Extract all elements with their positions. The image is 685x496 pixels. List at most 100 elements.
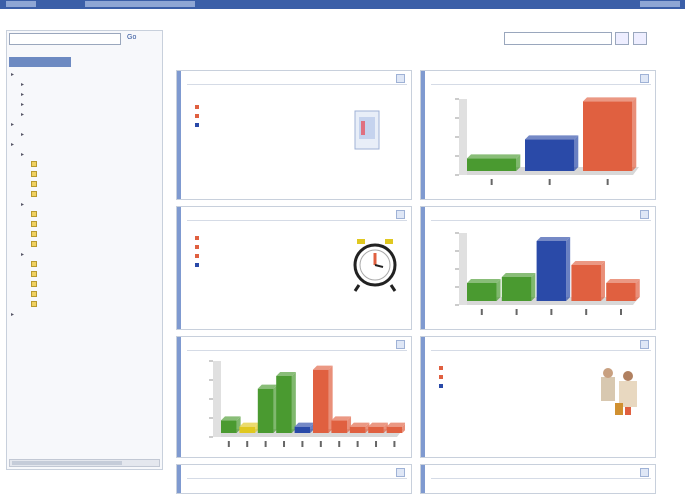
portlet-1 [176, 70, 412, 200]
tree-node[interactable]: ▸ [11, 101, 161, 111]
portlet-4 [420, 206, 656, 330]
tree-node[interactable] [11, 181, 161, 191]
legend-item[interactable] [439, 365, 447, 374]
close-icon[interactable] [396, 340, 405, 349]
horizontal-scrollbar[interactable] [9, 459, 160, 467]
folder-icon [31, 301, 37, 307]
tree-node[interactable]: ▸ [11, 121, 161, 131]
expand-icon[interactable]: ▸ [21, 132, 24, 138]
tree-node[interactable] [11, 161, 161, 171]
portlet-header [187, 468, 407, 479]
bar [467, 283, 497, 301]
folder-icon [31, 241, 37, 247]
bar-side [600, 261, 605, 301]
legend-item[interactable] [195, 235, 203, 244]
legend-swatch [195, 114, 199, 119]
legend-swatch [195, 236, 199, 241]
top-title-bar [0, 0, 685, 9]
view-select[interactable] [504, 32, 612, 45]
bar-chart-3 [209, 360, 405, 447]
close-icon[interactable] [640, 74, 649, 83]
tree-node[interactable] [11, 171, 161, 181]
legend-item[interactable] [195, 244, 203, 253]
tree-node[interactable]: ▸ [11, 141, 161, 151]
tree-node[interactable] [11, 271, 161, 281]
portlet-header [187, 74, 407, 85]
legend-item[interactable] [195, 262, 203, 271]
close-icon[interactable] [640, 340, 649, 349]
folder-icon [31, 191, 37, 197]
view-options-button[interactable] [633, 32, 647, 45]
portlet-accent-bar [177, 207, 181, 329]
close-icon[interactable] [640, 210, 649, 219]
chart-side-wall [459, 99, 467, 175]
tree-node[interactable] [11, 261, 161, 271]
view-go-button[interactable] [615, 32, 629, 45]
tree-node[interactable]: ▸ [11, 251, 161, 261]
tree-node[interactable]: ▸ [11, 131, 161, 141]
legend-item[interactable] [439, 383, 447, 392]
expand-icon[interactable]: ▸ [21, 252, 24, 258]
close-icon[interactable] [396, 74, 405, 83]
legend-swatch [195, 105, 199, 110]
window-controls[interactable] [640, 1, 680, 7]
portlet-accent-bar [421, 337, 425, 457]
folder-icon [31, 221, 37, 227]
tree-node[interactable]: ▸ [11, 201, 161, 211]
tree-node[interactable] [11, 191, 161, 201]
expand-icon[interactable]: ▸ [21, 202, 24, 208]
folder-dropdown[interactable] [9, 33, 121, 45]
bar [276, 376, 292, 433]
expand-icon[interactable]: ▸ [11, 72, 14, 78]
scroll-thumb[interactable] [12, 461, 122, 465]
expand-icon[interactable]: ▸ [11, 122, 14, 128]
expand-icon[interactable]: ▸ [21, 92, 24, 98]
legend-item[interactable] [195, 113, 203, 122]
legend-item[interactable] [195, 253, 203, 262]
portlet-legend [195, 104, 203, 131]
expand-icon[interactable]: ▸ [21, 112, 24, 118]
tree-node[interactable] [11, 221, 161, 231]
tree-node[interactable] [11, 281, 161, 291]
left-navigation-panel: Go ▸ ▸ ▸ ▸ ▸ ▸ ▸ ▸ ▸ ▸ ▸ ▸ [6, 30, 163, 470]
legend-item[interactable] [439, 374, 447, 383]
tree-header-tab[interactable] [9, 57, 71, 67]
portlet-header [431, 74, 651, 85]
tree-node[interactable]: ▸ [11, 71, 161, 81]
tree-node[interactable]: ▸ [11, 311, 161, 321]
tree-node[interactable]: ▸ [11, 111, 161, 121]
tree-node[interactable] [11, 241, 161, 251]
close-icon[interactable] [640, 468, 649, 477]
expand-icon[interactable]: ▸ [21, 152, 24, 158]
folder-icon [31, 261, 37, 267]
bar [221, 420, 237, 433]
expand-icon[interactable]: ▸ [21, 82, 24, 88]
tree-node[interactable]: ▸ [11, 91, 161, 101]
tree-node[interactable] [11, 211, 161, 221]
expand-icon[interactable]: ▸ [11, 142, 14, 148]
alarm-clock-icon [353, 239, 397, 292]
tree-node[interactable] [11, 301, 161, 311]
legend-item[interactable] [195, 104, 203, 113]
tree-node[interactable] [11, 231, 161, 241]
tree-node[interactable]: ▸ [11, 81, 161, 91]
expand-icon[interactable]: ▸ [11, 312, 14, 318]
go-link[interactable]: Go [127, 34, 136, 41]
bar-top [501, 273, 536, 277]
bar [386, 426, 403, 433]
close-icon[interactable] [396, 210, 405, 219]
chart-side-wall [213, 361, 221, 437]
bar [525, 139, 575, 171]
bar [571, 265, 601, 301]
expand-icon[interactable]: ▸ [21, 102, 24, 108]
legend-swatch [195, 123, 199, 128]
legend-swatch [439, 366, 443, 371]
bar-top [536, 237, 571, 241]
portlet-legend [439, 365, 447, 392]
tree-node[interactable] [11, 291, 161, 301]
bar-chart-1 [455, 97, 639, 185]
portlet-2 [176, 206, 412, 330]
legend-item[interactable] [195, 122, 203, 131]
tree-node[interactable]: ▸ [11, 151, 161, 161]
close-icon[interactable] [396, 468, 405, 477]
